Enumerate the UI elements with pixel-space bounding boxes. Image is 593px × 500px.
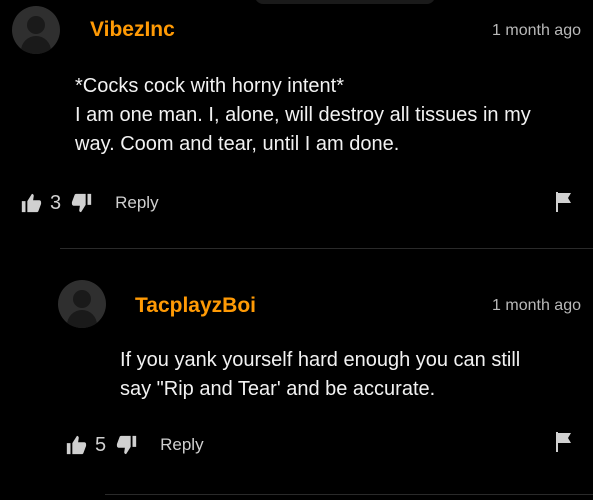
reply-button[interactable]: Reply (115, 193, 158, 213)
comment-timestamp: 1 month ago (492, 297, 581, 314)
comment-line: way. Coom and tear, until I am done. (75, 133, 400, 155)
thumbs-up-icon[interactable] (20, 192, 42, 214)
like-count: 3 (50, 191, 62, 214)
comment-line: If you yank yourself hard enough you can… (120, 349, 521, 371)
like-count: 5 (95, 433, 107, 456)
comment-actions: 3 Reply (20, 191, 159, 215)
thumbs-down-icon[interactable] (116, 434, 138, 456)
comment-1: VibezInc 1 month ago *Cocks cock with ho… (0, 0, 593, 240)
thumbs-up-icon[interactable] (65, 434, 87, 456)
comment-divider (60, 248, 593, 249)
comment-body: If you yank yourself hard enough you can… (120, 346, 520, 404)
flag-icon[interactable] (555, 432, 573, 452)
avatar[interactable] (58, 280, 106, 328)
avatar[interactable] (12, 6, 60, 54)
comment-line: say "Rip and Tear' and be accurate. (120, 378, 436, 400)
comment-username[interactable]: VibezInc (90, 18, 175, 42)
thumbs-down-icon[interactable] (71, 192, 93, 214)
comment-line: *Cocks cock with horny intent* (75, 75, 345, 97)
flag-icon[interactable] (555, 192, 573, 212)
comment-actions: 5 Reply (65, 433, 204, 457)
comment-line: I am one man. I, alone, will destroy all… (75, 104, 531, 126)
comment-divider (105, 494, 593, 495)
comment-body: *Cocks cock with horny intent* I am one … (75, 72, 531, 159)
comment-timestamp: 1 month ago (492, 22, 581, 39)
reply-button[interactable]: Reply (160, 435, 203, 455)
comment-2: TacplayzBoi 1 month ago If you yank your… (0, 260, 593, 490)
comment-username[interactable]: TacplayzBoi (135, 294, 256, 318)
